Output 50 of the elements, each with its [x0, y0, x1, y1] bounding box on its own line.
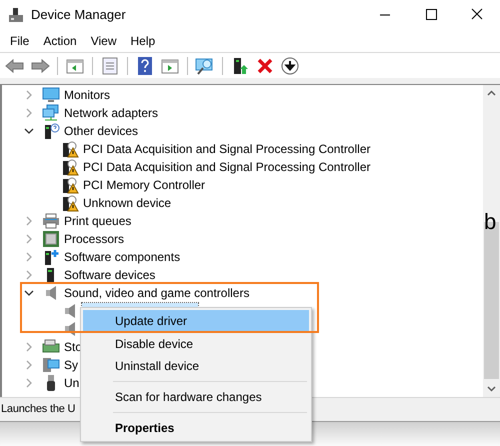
menu-item[interactable]: View: [84, 32, 124, 50]
tree-item[interactable]: Other devices: [63, 123, 140, 139]
menu-item[interactable]: Help: [124, 32, 162, 50]
unknown-device-icon: [42, 122, 60, 140]
chevron-down-icon[interactable]: [24, 126, 34, 136]
tree-item[interactable]: Processors: [63, 231, 126, 247]
tree-item[interactable]: Sound, video and game controllers: [63, 285, 250, 301]
warning-device-icon: [61, 194, 79, 212]
tree-item[interactable]: Software devices: [63, 267, 156, 283]
tree-item[interactable]: Monitors: [63, 87, 112, 103]
chevron-down-icon[interactable]: [24, 288, 34, 298]
warning-device-icon: [61, 158, 79, 176]
computer-icon: [42, 356, 60, 374]
tree-item[interactable]: PCI Memory Controller: [82, 177, 206, 193]
tree-item[interactable]: Sy: [63, 357, 80, 373]
tree-item[interactable]: PCI Data Acquisition and Signal Processing Controller: [82, 159, 372, 175]
chevron-right-icon[interactable]: [24, 252, 34, 262]
processor-chip-icon: [42, 230, 60, 248]
chevron-right-icon[interactable]: [24, 378, 34, 388]
down-arrow-circle-icon[interactable]: [279, 54, 301, 76]
warning-device-icon: [61, 176, 79, 194]
scrollbar[interactable]: [483, 85, 500, 397]
chevron-right-icon[interactable]: [24, 342, 34, 352]
chevron-right-icon[interactable]: [24, 216, 34, 226]
menu-item[interactable]: File: [3, 32, 36, 50]
app-icon: [8, 7, 24, 23]
chevron-right-icon[interactable]: [24, 270, 34, 280]
tree-item[interactable]: Network adapters: [63, 105, 160, 121]
tree-item[interactable]: Print queues: [63, 213, 132, 229]
status-text: Launches the U: [0, 402, 76, 418]
stray-letter: b: [484, 209, 496, 235]
computer-plus-icon: [42, 248, 60, 266]
warning-device-icon: [61, 140, 79, 158]
network-computers-icon: [42, 104, 60, 122]
menu-item[interactable]: Scan for hardware changes: [83, 386, 309, 408]
menu-item[interactable]: Action: [36, 32, 84, 50]
tree-item[interactable]: Software components: [63, 249, 182, 265]
tree-item[interactable]: PCI Data Acquisition and Signal Processing Controller: [82, 141, 372, 157]
chevron-right-icon[interactable]: [24, 90, 34, 100]
tree-item[interactable]: Unknown device: [82, 195, 172, 211]
tree-item[interactable]: Un: [63, 375, 80, 391]
printer-icon: [42, 212, 60, 230]
menu-item[interactable]: Disable device: [83, 333, 309, 355]
menu-item[interactable]: Update driver: [83, 310, 309, 332]
chevron-right-icon[interactable]: [24, 360, 34, 370]
chevron-right-icon[interactable]: [24, 234, 34, 244]
chevron-right-icon[interactable]: [24, 108, 34, 118]
menu-item[interactable]: Uninstall device: [83, 355, 309, 377]
menu-item[interactable]: Properties: [83, 417, 309, 439]
window-title: Device Manager: [31, 6, 126, 24]
